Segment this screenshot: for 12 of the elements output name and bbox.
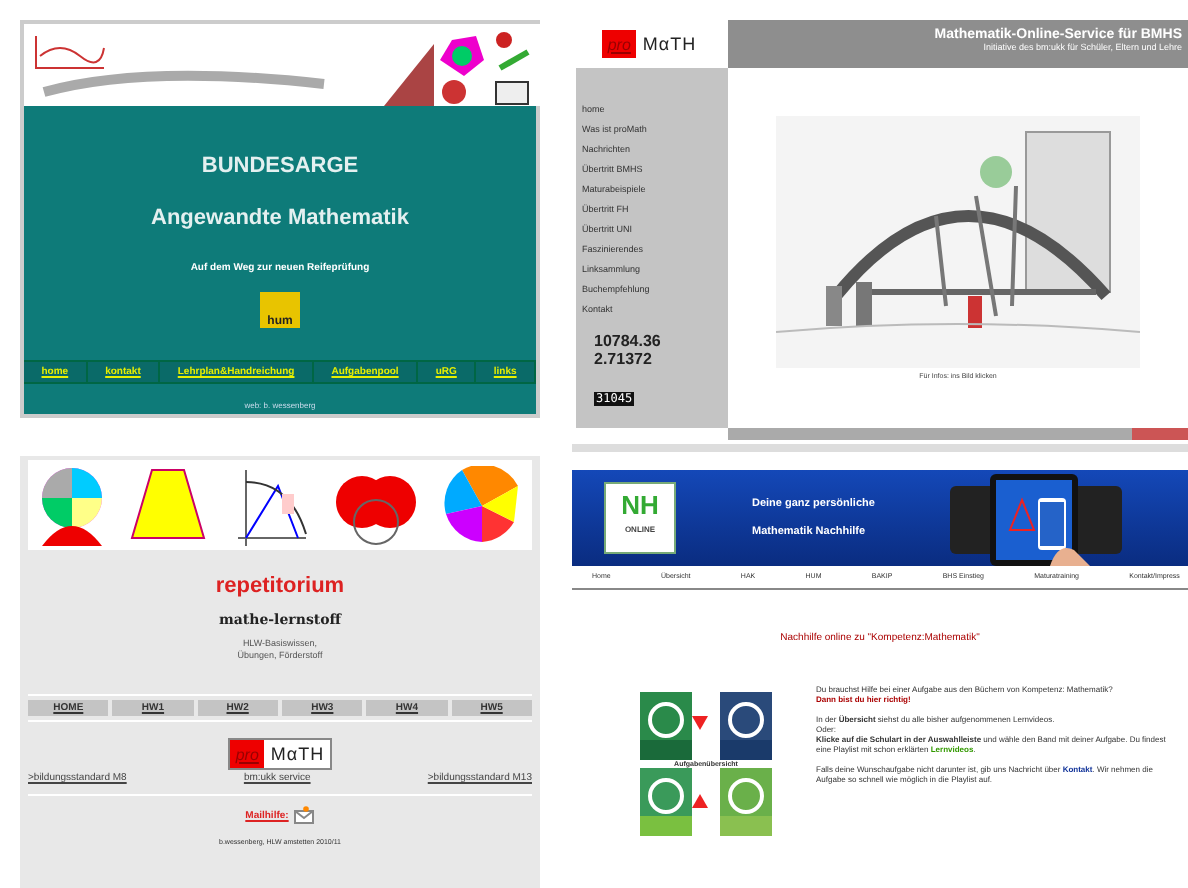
cone-drawing: [128, 465, 209, 545]
page-title: repetitorium: [215, 574, 345, 598]
number-graphic: 10784.36: [594, 332, 663, 350]
page-subtitle: Angewandte Mathematik: [151, 206, 409, 230]
book-covers-drawing: [640, 692, 772, 760]
envelope-icon: [294, 806, 315, 824]
number-graphic: 2.71372: [594, 350, 654, 368]
book-covers-drawing: [640, 768, 772, 836]
color-fan-drawing: [441, 465, 522, 545]
page-title: BUNDESARGE: [201, 154, 359, 178]
color-wheel-drawing: [38, 465, 107, 545]
promath-logo[interactable]: pro MαTH: [227, 738, 333, 770]
